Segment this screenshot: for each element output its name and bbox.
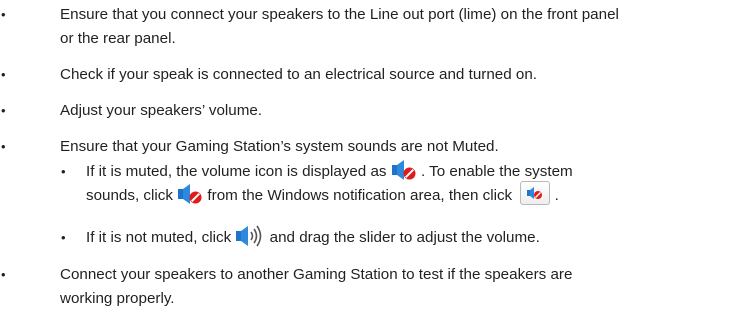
sub-item-text: If it is not muted, click and drag the s… xyxy=(86,224,722,250)
item-text: Check if your speak is connected to an e… xyxy=(60,63,720,87)
sub-item-line: If it is not muted, click and drag the s… xyxy=(86,224,722,250)
sub-item-text-segment: from the Windows notification area, then… xyxy=(207,187,513,205)
bullet: • xyxy=(1,103,6,118)
item-text: Ensure that your Gaming Station’s system… xyxy=(60,135,720,159)
bullet: • xyxy=(1,67,6,82)
item-line: Connect your speakers to another Gaming … xyxy=(60,266,573,283)
item-line: or the rear panel. xyxy=(60,30,176,47)
sub-item-line: If it is muted, the volume icon is displ… xyxy=(86,160,722,184)
bullet: • xyxy=(1,139,6,154)
sub-bullet: • xyxy=(61,230,66,245)
sub-item-text: If it is muted, the volume icon is displ… xyxy=(86,160,722,208)
bullet: • xyxy=(1,7,6,22)
bullet: • xyxy=(1,267,6,282)
sub-bullet: • xyxy=(61,164,66,179)
sub-item-text-segment: If it is muted, the volume icon is displ… xyxy=(86,163,387,181)
troubleshooting-list: • Ensure that you connect your speakers … xyxy=(0,0,729,327)
sub-item-line: sounds, click from the Windows notificat… xyxy=(86,181,722,208)
speaker-muted-icon[interactable] xyxy=(177,182,203,206)
item-line: Adjust your speakers’ volume. xyxy=(60,102,263,119)
item-text: Ensure that you connect your speakers to… xyxy=(60,3,720,51)
sub-item-text-segment: sounds, click xyxy=(86,187,173,205)
sub-item-text-segment: If it is not muted, click xyxy=(86,229,232,247)
sub-item-text-segment: . To enable the system xyxy=(421,163,573,181)
item-line: Check if your speak is connected to an e… xyxy=(60,66,537,83)
sub-item-text-segment: . xyxy=(554,187,559,205)
mute-toggle-button[interactable] xyxy=(520,181,551,205)
mute-toggle-button-icon xyxy=(527,187,543,199)
speaker-unmuted-icon[interactable] xyxy=(235,224,265,248)
item-text: Connect your speakers to another Gaming … xyxy=(60,263,720,311)
speaker-muted-icon xyxy=(391,158,417,182)
item-line: Ensure that you connect your speakers to… xyxy=(60,6,619,23)
item-line: Ensure that your Gaming Station’s system… xyxy=(60,138,499,155)
item-text: Adjust your speakers’ volume. xyxy=(60,99,720,123)
sub-item-text-segment: and drag the slider to adjust the volume… xyxy=(269,229,540,247)
item-line: working properly. xyxy=(60,290,175,307)
